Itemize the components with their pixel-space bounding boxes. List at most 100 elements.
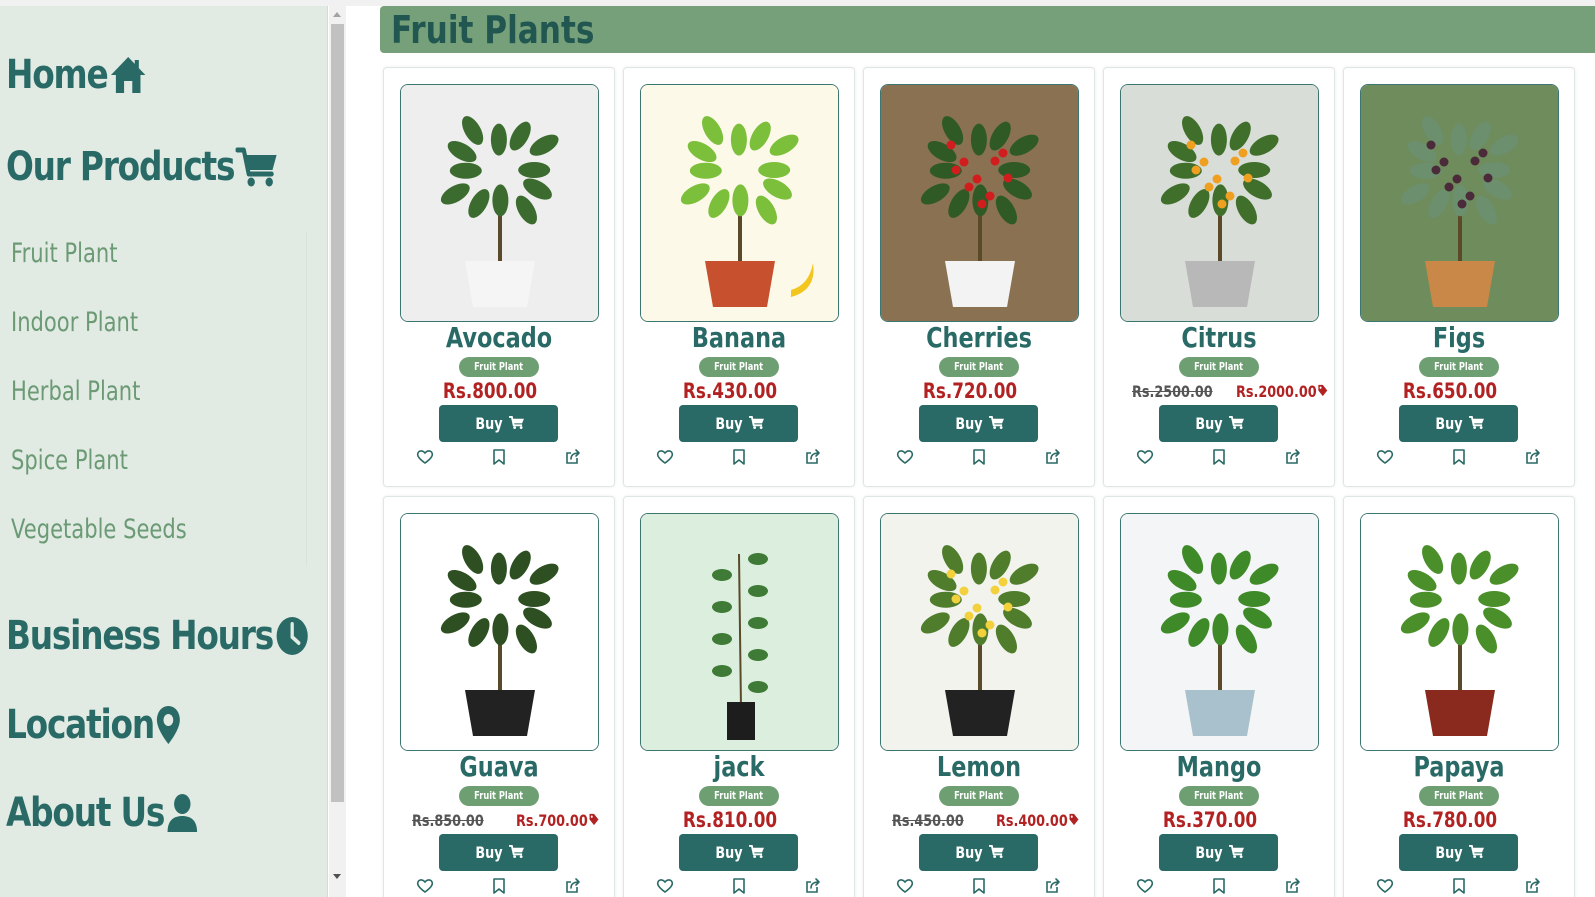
buy-button[interactable]: Buy [919,405,1038,442]
nav-our-products[interactable]: Our Products [6,144,279,190]
product-image[interactable] [1360,84,1559,322]
product-card[interactable]: Mango Fruit Plant Rs.370.00 Buy [1103,496,1335,897]
bookmark-icon[interactable] [490,877,508,895]
category-badge: Fruit Plant [699,357,779,377]
heart-icon[interactable] [656,448,674,466]
buy-button[interactable]: Buy [1399,405,1518,442]
nav-about-us[interactable]: About Us [6,790,199,836]
heart-icon[interactable] [416,448,434,466]
product-name[interactable]: Guava [407,750,591,783]
buy-button[interactable]: Buy [439,405,558,442]
product-name[interactable]: Cherries [887,321,1071,354]
share-icon[interactable] [804,448,822,466]
product-name[interactable]: Figs [1367,321,1551,354]
heart-icon[interactable] [1136,448,1154,466]
scroll-thumb[interactable] [331,24,344,802]
heart-icon[interactable] [416,877,434,895]
nav-location[interactable]: Location [6,702,182,748]
heart-icon[interactable] [656,877,674,895]
product-name[interactable]: Mango [1127,750,1311,783]
product-image[interactable] [400,513,599,751]
product-image[interactable] [1120,513,1319,751]
buy-button[interactable]: Buy [679,834,798,871]
category-badge-label: Fruit Plant [1434,360,1484,373]
sale-price: Rs.700.00 [516,811,599,830]
heart-icon[interactable] [896,448,914,466]
bookmark-icon[interactable] [1450,448,1468,466]
share-icon[interactable] [1044,448,1062,466]
heart-icon[interactable] [1136,877,1154,895]
category-badge-label: Fruit Plant [954,789,1004,802]
share-icon[interactable] [1284,877,1302,895]
product-name[interactable]: Avocado [407,321,591,354]
category-badge-label: Fruit Plant [474,789,524,802]
buy-button[interactable]: Buy [679,405,798,442]
category-divider [306,231,307,566]
product-card[interactable]: Figs Fruit Plant Rs.650.00 Buy [1343,67,1575,487]
category-fruit-plant[interactable]: Fruit Plant [11,238,117,269]
product-name[interactable]: Lemon [887,750,1071,783]
buy-button[interactable]: Buy [1399,834,1518,871]
card-actions [1104,448,1334,468]
product-card[interactable]: Citrus Fruit Plant Rs.2500.00 Rs.2000.00 Buy [1103,67,1335,487]
bookmark-icon[interactable] [730,448,748,466]
product-image[interactable] [880,84,1079,322]
heart-icon[interactable] [1376,877,1394,895]
product-card[interactable]: Papaya Fruit Plant Rs.780.00 Buy [1343,496,1575,897]
product-image[interactable] [640,513,839,751]
bookmark-icon[interactable] [730,877,748,895]
heart-icon[interactable] [1376,448,1394,466]
product-card[interactable]: Avocado Fruit Plant Rs.800.00 Buy [383,67,615,487]
cart-icon [1467,414,1485,433]
share-icon[interactable] [804,877,822,895]
category-vegetable-seeds[interactable]: Vegetable Seeds [11,514,187,545]
product-price: Rs.370.00 [1162,808,1258,832]
product-image[interactable] [400,84,599,322]
product-card[interactable]: Lemon Fruit Plant Rs.450.00 Rs.400.00 Buy [863,496,1095,897]
category-spice-plant[interactable]: Spice Plant [11,445,128,476]
share-icon[interactable] [564,448,582,466]
bookmark-icon[interactable] [1210,877,1228,895]
bookmark-icon[interactable] [970,448,988,466]
product-image[interactable] [880,513,1079,751]
product-image[interactable] [1120,84,1319,322]
category-herbal-plant[interactable]: Herbal Plant [11,376,140,407]
sidebar-scrollbar[interactable] [329,6,346,897]
bookmark-icon[interactable] [1210,448,1228,466]
share-icon[interactable] [1044,877,1062,895]
scroll-down-arrow-icon[interactable] [333,874,341,879]
product-card[interactable]: Banana Fruit Plant Rs.430.00 Buy [623,67,855,487]
product-name[interactable]: jack [647,750,831,783]
share-icon[interactable] [1284,448,1302,466]
location-pin-icon [157,706,181,744]
nav-business-hours[interactable]: Business Hours [6,613,309,659]
buy-button[interactable]: Buy [1159,834,1278,871]
buy-button-label: Buy [1435,414,1464,433]
product-image[interactable] [640,84,839,322]
category-badge-label: Fruit Plant [954,360,1004,373]
share-icon[interactable] [1524,448,1542,466]
product-card[interactable]: jack Fruit Plant Rs.810.00 Buy [623,496,855,897]
original-price: Rs.850.00 [412,811,484,830]
bookmark-icon[interactable] [970,877,988,895]
scroll-up-arrow-icon[interactable] [333,12,341,17]
product-card[interactable]: Cherries Fruit Plant Rs.720.00 Buy [863,67,1095,487]
buy-button[interactable]: Buy [439,834,558,871]
buy-button[interactable]: Buy [1159,405,1278,442]
share-icon[interactable] [1524,877,1542,895]
product-name[interactable]: Citrus [1127,321,1311,354]
product-name[interactable]: Banana [647,321,831,354]
share-icon[interactable] [564,877,582,895]
product-card[interactable]: Guava Fruit Plant Rs.850.00 Rs.700.00 Buy [383,496,615,897]
product-price: Rs.720.00 [922,379,1018,403]
category-badge: Fruit Plant [459,786,539,806]
category-indoor-plant[interactable]: Indoor Plant [11,307,138,338]
nav-home[interactable]: Home [6,52,147,98]
buy-button[interactable]: Buy [919,834,1038,871]
bookmark-icon[interactable] [490,448,508,466]
category-badge: Fruit Plant [699,786,779,806]
heart-icon[interactable] [896,877,914,895]
product-image[interactable] [1360,513,1559,751]
product-name[interactable]: Papaya [1367,750,1551,783]
bookmark-icon[interactable] [1450,877,1468,895]
